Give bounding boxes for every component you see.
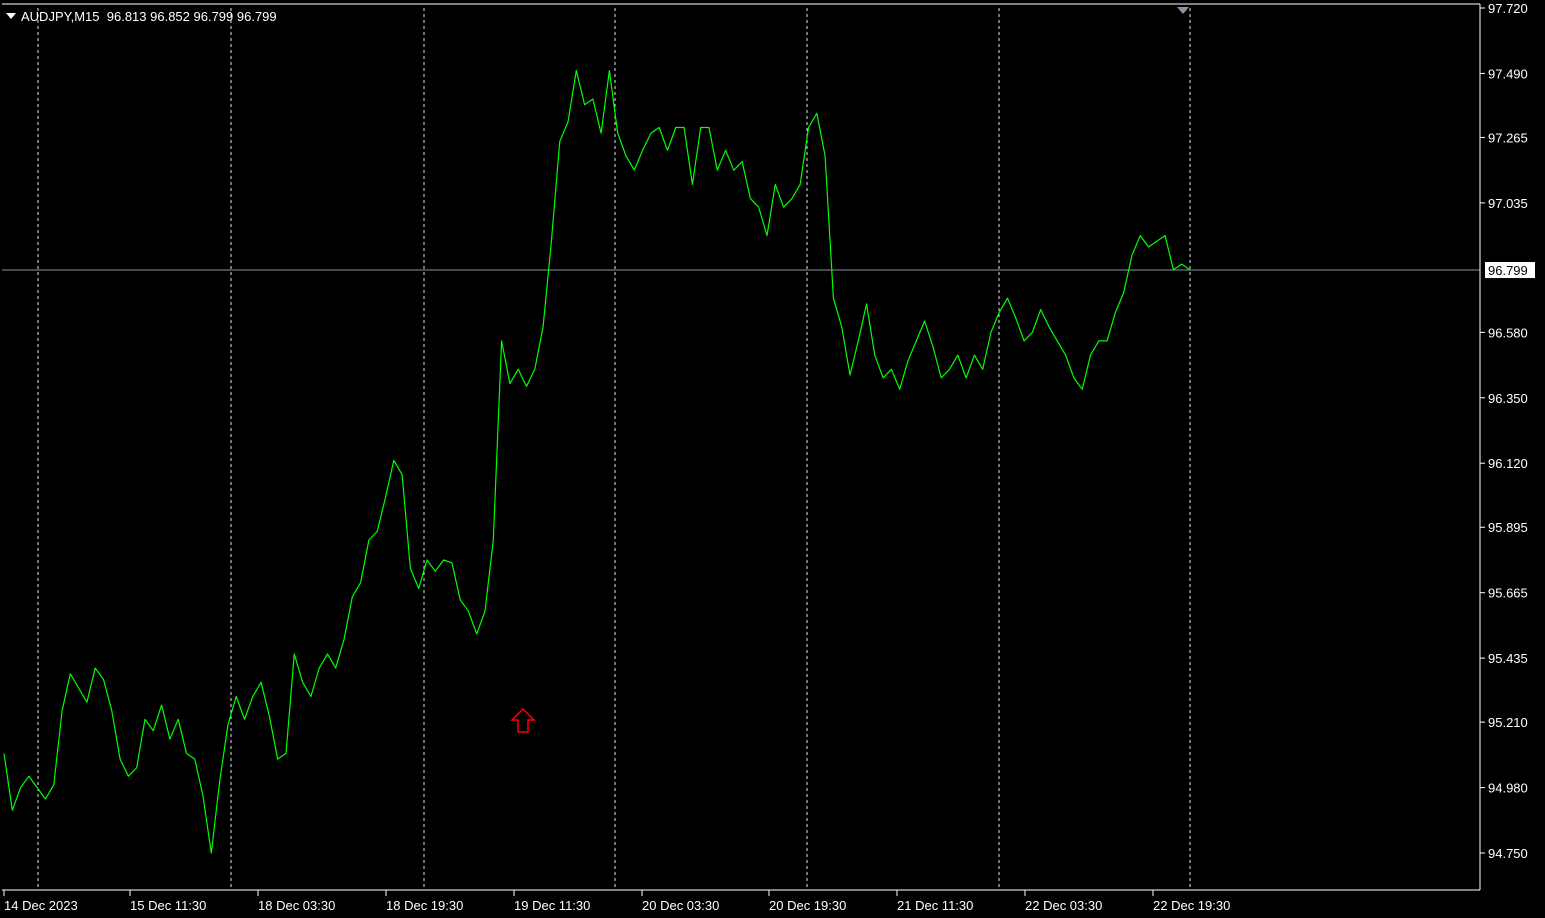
y-tick-label-8: 95.895 [1488, 520, 1528, 535]
x-tick-label-2: 18 Dec 03:30 [258, 898, 335, 913]
x-tick-label-5: 20 Dec 03:30 [642, 898, 719, 913]
dropdown-triangle-icon[interactable] [6, 13, 16, 19]
y-tick-label-6: 96.350 [1488, 391, 1528, 406]
chart-svg: 97.720 97.490 97.265 97.035 96.580 96.350 96.1… [0, 0, 1545, 918]
x-tick-label-6: 20 Dec 19:30 [769, 898, 846, 913]
y-tick-label-0: 97.720 [1488, 1, 1528, 16]
current-price-label: 96.799 [1488, 263, 1528, 278]
y-tick-label-7: 96.120 [1488, 456, 1528, 471]
y-tick-label-2: 97.265 [1488, 130, 1528, 145]
x-tick-label-8: 22 Dec 03:30 [1025, 898, 1102, 913]
y-tick-label-3: 97.035 [1488, 196, 1528, 211]
y-tick-label-13: 94.750 [1488, 846, 1528, 861]
ohlc-values: 96.813 96.852 96.799 96.799 [106, 9, 277, 24]
x-tick-label-9: 22 Dec 19:30 [1153, 898, 1230, 913]
chart-header: AUDJPY,M15 96.813 96.852 96.799 96.799 [6, 9, 277, 24]
x-tick-label-3: 18 Dec 19:30 [386, 898, 463, 913]
chart-background [0, 0, 1545, 918]
y-tick-label-9: 95.665 [1488, 586, 1528, 601]
y-tick-label-1: 97.490 [1488, 66, 1528, 81]
y-tick-label-10: 95.435 [1488, 651, 1528, 666]
y-tick-label-5: 96.580 [1488, 325, 1528, 340]
x-tick-label-7: 21 Dec 11:30 [897, 898, 973, 913]
y-tick-label-12: 94.980 [1488, 781, 1528, 796]
x-tick-label-0: 14 Dec 2023 [4, 898, 78, 913]
x-tick-label-1: 15 Dec 11:30 [130, 898, 206, 913]
x-tick-label-4: 19 Dec 11:30 [514, 898, 590, 913]
symbol-label: AUDJPY,M15 [21, 9, 100, 24]
y-tick-label-11: 95.210 [1488, 715, 1528, 730]
